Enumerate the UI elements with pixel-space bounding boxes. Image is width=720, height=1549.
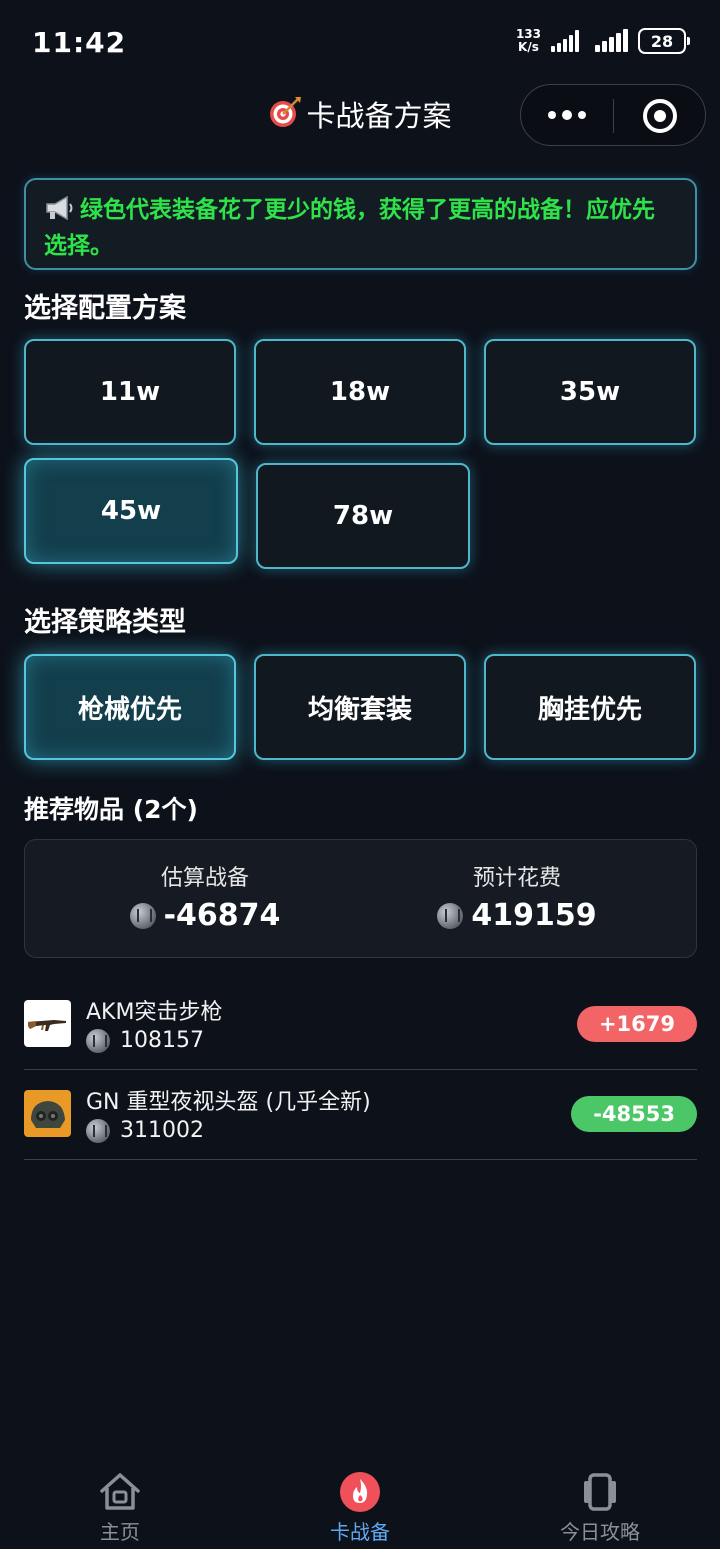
config-option-78w[interactable]: 78w: [256, 463, 470, 569]
notice-banner: 绿色代表装备花了更少的钱，获得了更高的战备！应优先选择。: [24, 178, 697, 270]
fire-icon: [340, 1472, 380, 1512]
capsule-divider: [613, 99, 614, 133]
config-section-title: 选择配置方案: [24, 293, 186, 324]
rifle-image: [24, 1000, 71, 1047]
item-name: GN 重型夜视头盔 (几乎全新): [86, 1090, 371, 1115]
helmet-image: [24, 1090, 71, 1137]
config-option-18w[interactable]: 18w: [254, 339, 466, 445]
strategy-option-balanced[interactable]: 均衡套装: [254, 654, 466, 760]
home-icon: [100, 1473, 140, 1510]
target-icon: [268, 95, 302, 141]
diff-badge-positive: +1679: [576, 1006, 697, 1042]
item-price: 108157: [86, 1028, 204, 1053]
config-option-45w[interactable]: 45w: [24, 458, 238, 564]
strategy-option-chest[interactable]: 胸挂优先: [484, 654, 696, 760]
tab-bar: 主页 卡战备 今日攻略: [0, 1462, 720, 1549]
estimated-readiness: 估算战备 -46874: [75, 860, 335, 933]
signal-icon: [551, 30, 579, 52]
list-item[interactable]: GN 重型夜视头盔 (几乎全新) 311002 -48553: [24, 1070, 697, 1160]
item-name: AKM突击步枪: [86, 1000, 223, 1025]
megaphone-icon: [44, 195, 74, 230]
status-indicators: 133 K/s 28: [515, 27, 690, 54]
battery-icon: 28: [638, 28, 690, 54]
coin-icon: [437, 902, 464, 929]
summary-card: 估算战备 -46874 预计花费 419159: [24, 839, 697, 958]
close-button[interactable]: [643, 99, 677, 133]
estimated-cost: 预计花费 419159: [387, 860, 647, 933]
guide-icon: [584, 1473, 616, 1511]
strategy-section-title: 选择策略类型: [24, 607, 186, 638]
strategy-option-weapon[interactable]: 枪械优先: [24, 654, 236, 760]
tab-home[interactable]: 主页: [40, 1462, 200, 1545]
miniprogram-capsule: [520, 84, 706, 146]
item-price: 311002: [86, 1118, 204, 1143]
list-item[interactable]: AKM突击步枪 108157 +1679: [24, 980, 697, 1070]
notice-text: 绿色代表装备花了更少的钱，获得了更高的战备！应优先选择。: [44, 197, 655, 259]
more-button[interactable]: [521, 85, 613, 145]
tab-daily-guide[interactable]: 今日攻略: [520, 1462, 680, 1545]
signal-icon: [595, 29, 628, 52]
network-speed: 133 K/s: [515, 27, 541, 54]
recommend-title: 推荐物品 (2个): [24, 795, 198, 824]
diff-badge-negative: -48553: [571, 1096, 697, 1132]
coin-icon: [86, 1028, 110, 1053]
config-option-11w[interactable]: 11w: [24, 339, 236, 445]
status-bar: 11:42 133 K/s 28: [0, 0, 720, 84]
coin-icon: [86, 1118, 110, 1143]
status-time: 11:42: [32, 26, 127, 59]
config-option-35w[interactable]: 35w: [484, 339, 696, 445]
coin-icon: [129, 902, 156, 929]
tab-equipment[interactable]: 卡战备: [280, 1462, 440, 1545]
